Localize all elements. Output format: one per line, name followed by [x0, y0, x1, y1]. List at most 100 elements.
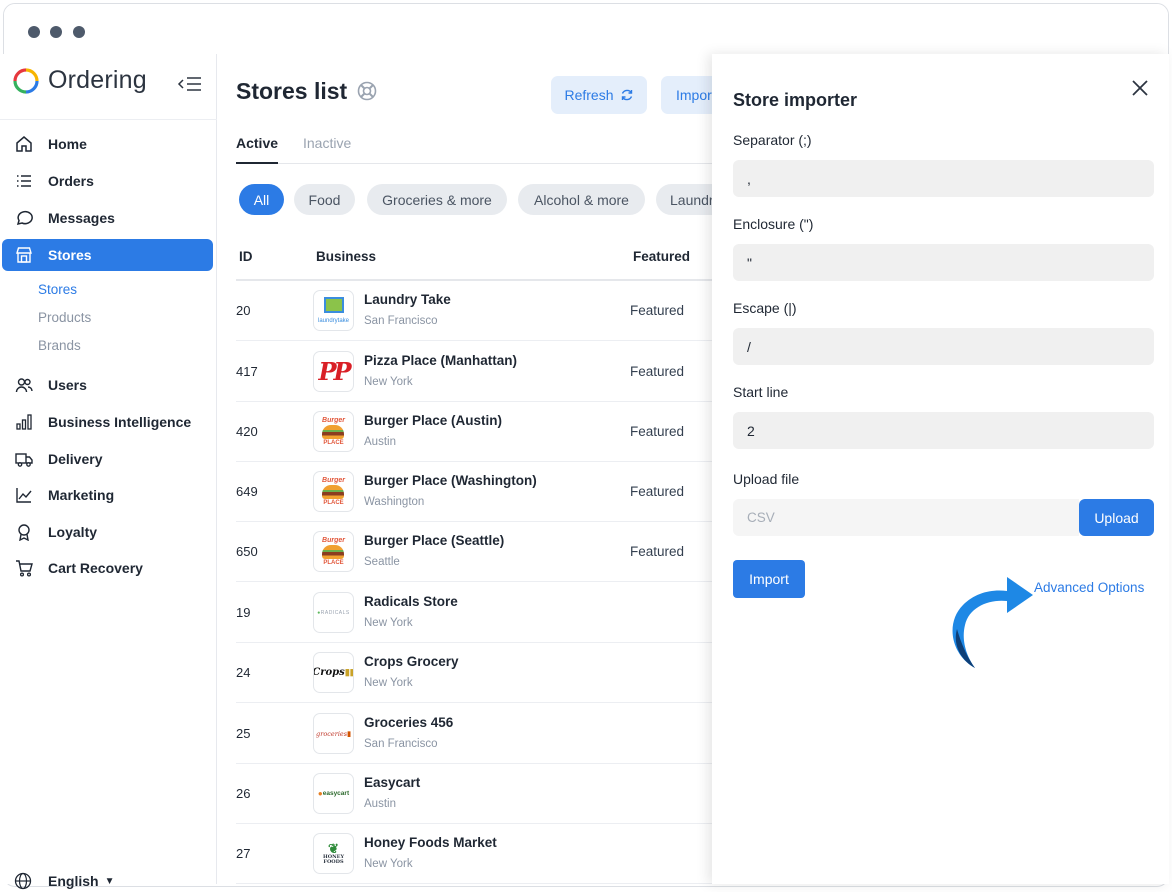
separator-field[interactable]: , — [733, 160, 1154, 197]
tab-inactive[interactable]: Inactive — [303, 135, 351, 151]
nav-stores[interactable]: Stores — [2, 239, 213, 271]
featured-label: Featured — [630, 303, 685, 318]
nav-marketing[interactable]: Marketing — [2, 479, 213, 511]
store-id: 20 — [236, 303, 251, 318]
nav-home[interactable]: Home — [2, 128, 213, 160]
window-dot — [28, 26, 40, 38]
import-submit-button[interactable]: Import — [733, 560, 805, 598]
chip-laundry[interactable]: Laundry — [656, 184, 717, 215]
ordering-logo-icon — [13, 68, 39, 94]
subnav-products[interactable]: Products — [38, 310, 91, 325]
import-button[interactable]: Import — [661, 76, 717, 114]
file-input[interactable]: CSV — [733, 499, 1079, 536]
nav-business-intelligence[interactable]: Business Intelligence — [2, 406, 213, 438]
nav-label: Users — [48, 377, 87, 393]
burger-logo: Burger PLACE — [313, 411, 354, 452]
main-content: Stores list Refresh Import Active Inacti… — [217, 54, 717, 884]
store-id: 26 — [236, 786, 251, 801]
close-icon[interactable] — [1130, 78, 1150, 98]
featured-label: Featured — [630, 544, 685, 559]
store-id: 25 — [236, 726, 251, 741]
chip-alcohol[interactable]: Alcohol & more — [518, 184, 645, 215]
burger-logo: Burger PLACE — [313, 471, 354, 512]
chip-groceries[interactable]: Groceries & more — [367, 184, 507, 215]
table-row[interactable]: 420 Burger PLACE Burger Place (Austin) Au… — [236, 402, 717, 462]
store-city: New York — [364, 376, 413, 388]
escape-field[interactable]: / — [733, 328, 1154, 365]
featured-label: Featured — [630, 484, 685, 499]
nav-label: Cart Recovery — [48, 560, 143, 576]
store-name: Burger Place (Austin) — [364, 413, 503, 428]
chip-all[interactable]: All — [239, 184, 284, 215]
enclosure-field[interactable]: " — [733, 244, 1154, 281]
status-tabs: Active Inactive — [236, 134, 717, 164]
separator-label: Separator (;) — [733, 132, 812, 148]
nav-label: Marketing — [48, 487, 115, 503]
store-id: 24 — [236, 665, 251, 680]
nav-delivery[interactable]: Delivery — [2, 443, 213, 475]
importer-title: Store importer — [733, 90, 858, 110]
language-selector[interactable]: English ▼ — [14, 872, 114, 890]
table-row[interactable]: 24 Crops ▮▮ Crops Grocery New York — [236, 643, 717, 703]
store-city: New York — [364, 677, 413, 689]
table-row[interactable]: 20 laundrytake Laundry Take San Francisc… — [236, 281, 717, 341]
store-city: New York — [364, 617, 413, 629]
store-id: 420 — [236, 424, 258, 439]
featured-label: Featured — [630, 424, 685, 439]
nav-label: Loyalty — [48, 524, 98, 540]
trend-icon — [14, 485, 34, 505]
curved-arrow-icon — [952, 577, 1033, 668]
store-city: Washington — [364, 496, 425, 508]
table-row[interactable]: 25 groceries ▮ Groceries 456 San Francisc… — [236, 704, 717, 764]
upload-file-label: Upload file — [733, 471, 800, 487]
table-row[interactable]: 27 ❦ HONEY FOODS Honey Foods Market New Y… — [236, 824, 717, 884]
pizza-logo: PP — [313, 351, 354, 392]
nav-label: Business Intelligence — [48, 414, 192, 430]
store-icon — [14, 245, 34, 265]
store-city: Austin — [364, 436, 396, 448]
list-icon — [14, 171, 34, 191]
store-id: 27 — [236, 846, 251, 861]
lifebuoy-icon[interactable] — [357, 81, 377, 101]
store-city: San Francisco — [364, 315, 438, 327]
window-dot — [73, 26, 85, 38]
bar-chart-icon — [14, 412, 34, 432]
store-city: San Francisco — [364, 738, 438, 750]
store-id: 649 — [236, 484, 258, 499]
nav-label: Messages — [48, 210, 115, 226]
table-row[interactable]: 417 PP Pizza Place (Manhattan) New York … — [236, 342, 717, 402]
nav-messages[interactable]: Messages — [2, 202, 213, 234]
refresh-button[interactable]: Refresh — [551, 76, 647, 114]
start-line-field[interactable]: 2 — [733, 412, 1154, 449]
burger-logo: Burger PLACE — [313, 531, 354, 572]
store-name: Easycart — [364, 775, 421, 790]
nav-cart-recovery[interactable]: Cart Recovery — [2, 552, 213, 584]
start-line-label: Start line — [733, 384, 789, 400]
cart-icon — [14, 558, 34, 578]
table-row[interactable]: 650 Burger PLACE Burger Place (Seattle) S… — [236, 522, 717, 582]
store-importer-panel: Store importer Separator (;) , Enclosure… — [712, 54, 1169, 884]
tab-active[interactable]: Active — [236, 135, 279, 164]
subnav-stores[interactable]: Stores — [38, 282, 77, 297]
advanced-options-link[interactable]: Advanced Options — [1034, 580, 1144, 595]
table-row[interactable]: 19 ●RADICALS Radicals Store New York — [236, 583, 717, 643]
sidebar: Ordering Home Orders Messages Stores Sto… — [0, 54, 217, 890]
store-name: Burger Place (Seattle) — [364, 533, 505, 548]
nav-loyalty[interactable]: Loyalty — [2, 516, 213, 548]
nav-label: Delivery — [48, 451, 103, 467]
store-id: 19 — [236, 605, 251, 620]
upload-button[interactable]: Upload — [1079, 499, 1154, 536]
chat-icon — [14, 208, 34, 228]
app-name: Ordering — [48, 66, 147, 94]
col-featured: Featured — [633, 249, 691, 264]
subnav-brands[interactable]: Brands — [38, 338, 81, 353]
table-row[interactable]: 649 Burger PLACE Burger Place (Washington… — [236, 462, 717, 522]
nav-orders[interactable]: Orders — [2, 165, 213, 197]
collapse-sidebar-icon[interactable] — [177, 74, 203, 94]
nav-users[interactable]: Users — [2, 369, 213, 401]
chip-food[interactable]: Food — [294, 184, 355, 215]
store-name: Radicals Store — [364, 594, 458, 609]
truck-icon — [14, 449, 34, 469]
table-row[interactable]: 26 ● easycart Easycart Austin — [236, 764, 717, 824]
store-name: Honey Foods Market — [364, 835, 497, 850]
